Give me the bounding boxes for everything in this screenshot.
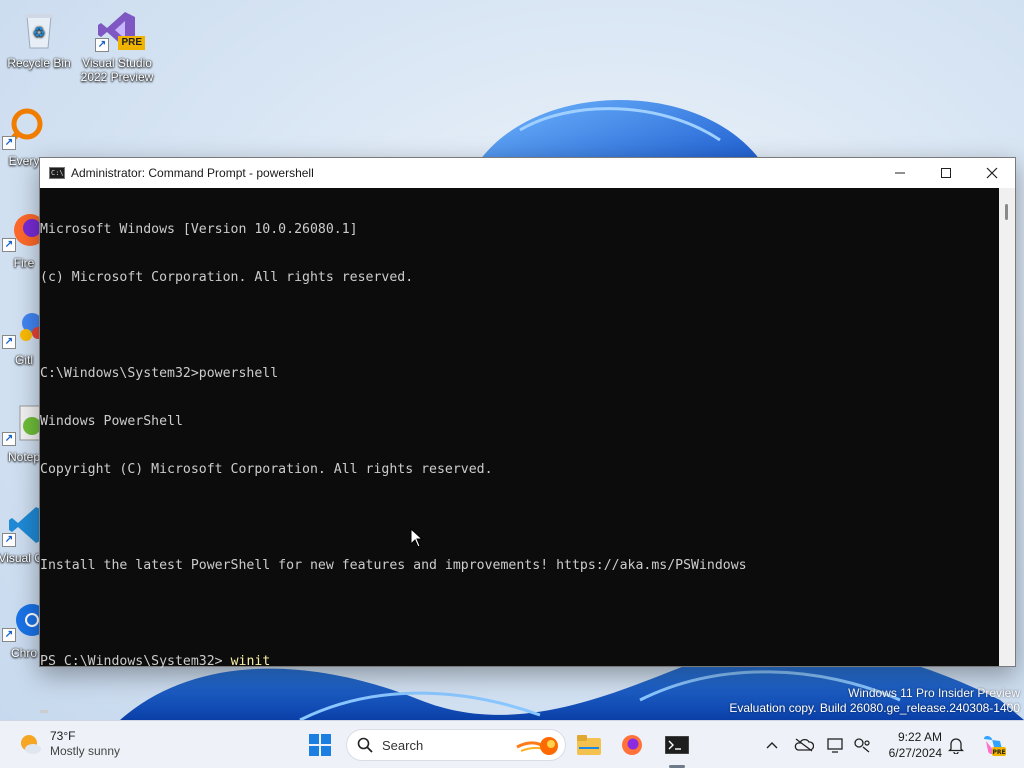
onedrive-icon	[794, 738, 814, 752]
desktop-icon-recycle-bin[interactable]: ♻ Recycle Bin	[1, 8, 77, 70]
taskbar-clock[interactable]: 9:22 AM 6/27/2024	[882, 729, 942, 761]
file-explorer-button[interactable]	[572, 729, 606, 761]
shortcut-arrow-icon: ↗	[2, 533, 16, 547]
copilot-flame-icon	[516, 737, 558, 755]
close-button[interactable]	[969, 158, 1015, 188]
shortcut-arrow-icon: ↗	[2, 335, 16, 349]
minimize-button[interactable]	[877, 158, 923, 188]
partly-sunny-icon	[18, 732, 42, 756]
minimize-icon	[895, 172, 905, 174]
maximize-button[interactable]	[923, 158, 969, 188]
scrollbar-thumb[interactable]	[1005, 204, 1008, 220]
display-tray-button[interactable]	[826, 735, 846, 755]
prompt-line: PS C:\Windows\System32> winit	[40, 654, 1001, 670]
display-icon	[827, 738, 843, 753]
desktop-icon-label: Recycle Bin	[7, 56, 71, 70]
shortcut-arrow-icon: ↗	[2, 432, 16, 446]
command-prompt-icon: C:\	[49, 167, 65, 179]
desktop-icon-visual-studio[interactable]: PRE ↗ Visual Studio 2022 Preview	[79, 8, 155, 84]
clock-date: 6/27/2024	[888, 746, 942, 760]
preview-badge: PRE	[118, 36, 145, 50]
show-hidden-icons-button[interactable]	[762, 735, 782, 755]
firefox-taskbar-button[interactable]	[615, 729, 649, 761]
taskbar-search-box[interactable]: Search	[346, 729, 566, 761]
svg-text:PRE: PRE	[992, 749, 1005, 756]
window-titlebar[interactable]: C:\ Administrator: Command Prompt - powe…	[40, 158, 1015, 188]
taskbar: 73°F Mostly sunny Search 9:22 AM 6/27/20…	[0, 720, 1024, 768]
notifications-button[interactable]	[946, 735, 966, 755]
firefox-icon	[622, 735, 642, 755]
network-icon	[854, 738, 870, 753]
cursor-line	[40, 702, 1001, 718]
chevron-up-icon	[766, 742, 778, 749]
command-prompt-window[interactable]: C:\ Administrator: Command Prompt - powe…	[39, 157, 1016, 713]
window-title: Administrator: Command Prompt - powershe…	[71, 166, 314, 180]
console-line: (c) Microsoft Corporation. All rights re…	[40, 270, 414, 285]
desktop-icon-label: Visual Studio 2022 Preview	[80, 56, 154, 84]
visual-studio-icon: PRE ↗	[95, 8, 145, 52]
start-icon	[309, 734, 331, 756]
copilot-icon: PRE	[984, 736, 1006, 756]
maximize-icon	[941, 168, 951, 178]
recycle-bin-icon: ♻	[17, 8, 61, 52]
window-controls	[877, 158, 1015, 188]
weather-temperature: 73°F	[50, 729, 76, 743]
copilot-button[interactable]: PRE	[980, 733, 1006, 757]
search-placeholder: Search	[382, 737, 424, 753]
console-line: Microsoft Windows [Version 10.0.26080.1]	[40, 222, 358, 237]
vertical-scrollbar[interactable]	[999, 188, 1015, 666]
search-icon	[357, 737, 373, 753]
terminal-taskbar-button[interactable]	[660, 729, 694, 761]
console-output[interactable]: Microsoft Windows [Version 10.0.26080.1]…	[40, 188, 1001, 713]
prompt-text: PS C:\Windows\System32>	[40, 654, 231, 669]
notification-bell-icon	[948, 738, 964, 754]
file-explorer-icon	[577, 735, 601, 755]
console-line: Install the latest PowerShell for new fe…	[40, 558, 747, 573]
shortcut-arrow-icon: ↗	[95, 38, 109, 52]
mouse-pointer-icon	[410, 528, 424, 548]
network-tray-button[interactable]	[852, 735, 872, 755]
shortcut-arrow-icon: ↗	[2, 238, 16, 252]
terminal-icon	[665, 736, 689, 754]
start-button[interactable]	[303, 729, 337, 761]
console-line: Copyright (C) Microsoft Corporation. All…	[40, 462, 493, 477]
close-icon	[986, 167, 998, 179]
shortcut-arrow-icon: ↗	[2, 628, 16, 642]
text-cursor	[40, 710, 48, 713]
svg-text:♻: ♻	[33, 25, 46, 41]
console-line: C:\Windows\System32>powershell	[40, 366, 279, 381]
clock-time: 9:22 AM	[897, 730, 942, 744]
onedrive-tray-button[interactable]	[794, 735, 814, 755]
shortcut-arrow-icon: ↗	[2, 136, 16, 150]
weather-condition: Mostly sunny	[50, 744, 121, 758]
weather-widget[interactable]: 73°F Mostly sunny	[18, 729, 120, 759]
typed-command: winit	[230, 654, 271, 669]
console-line: Windows PowerShell	[40, 414, 183, 429]
everything-search-icon: ↗	[2, 106, 46, 150]
